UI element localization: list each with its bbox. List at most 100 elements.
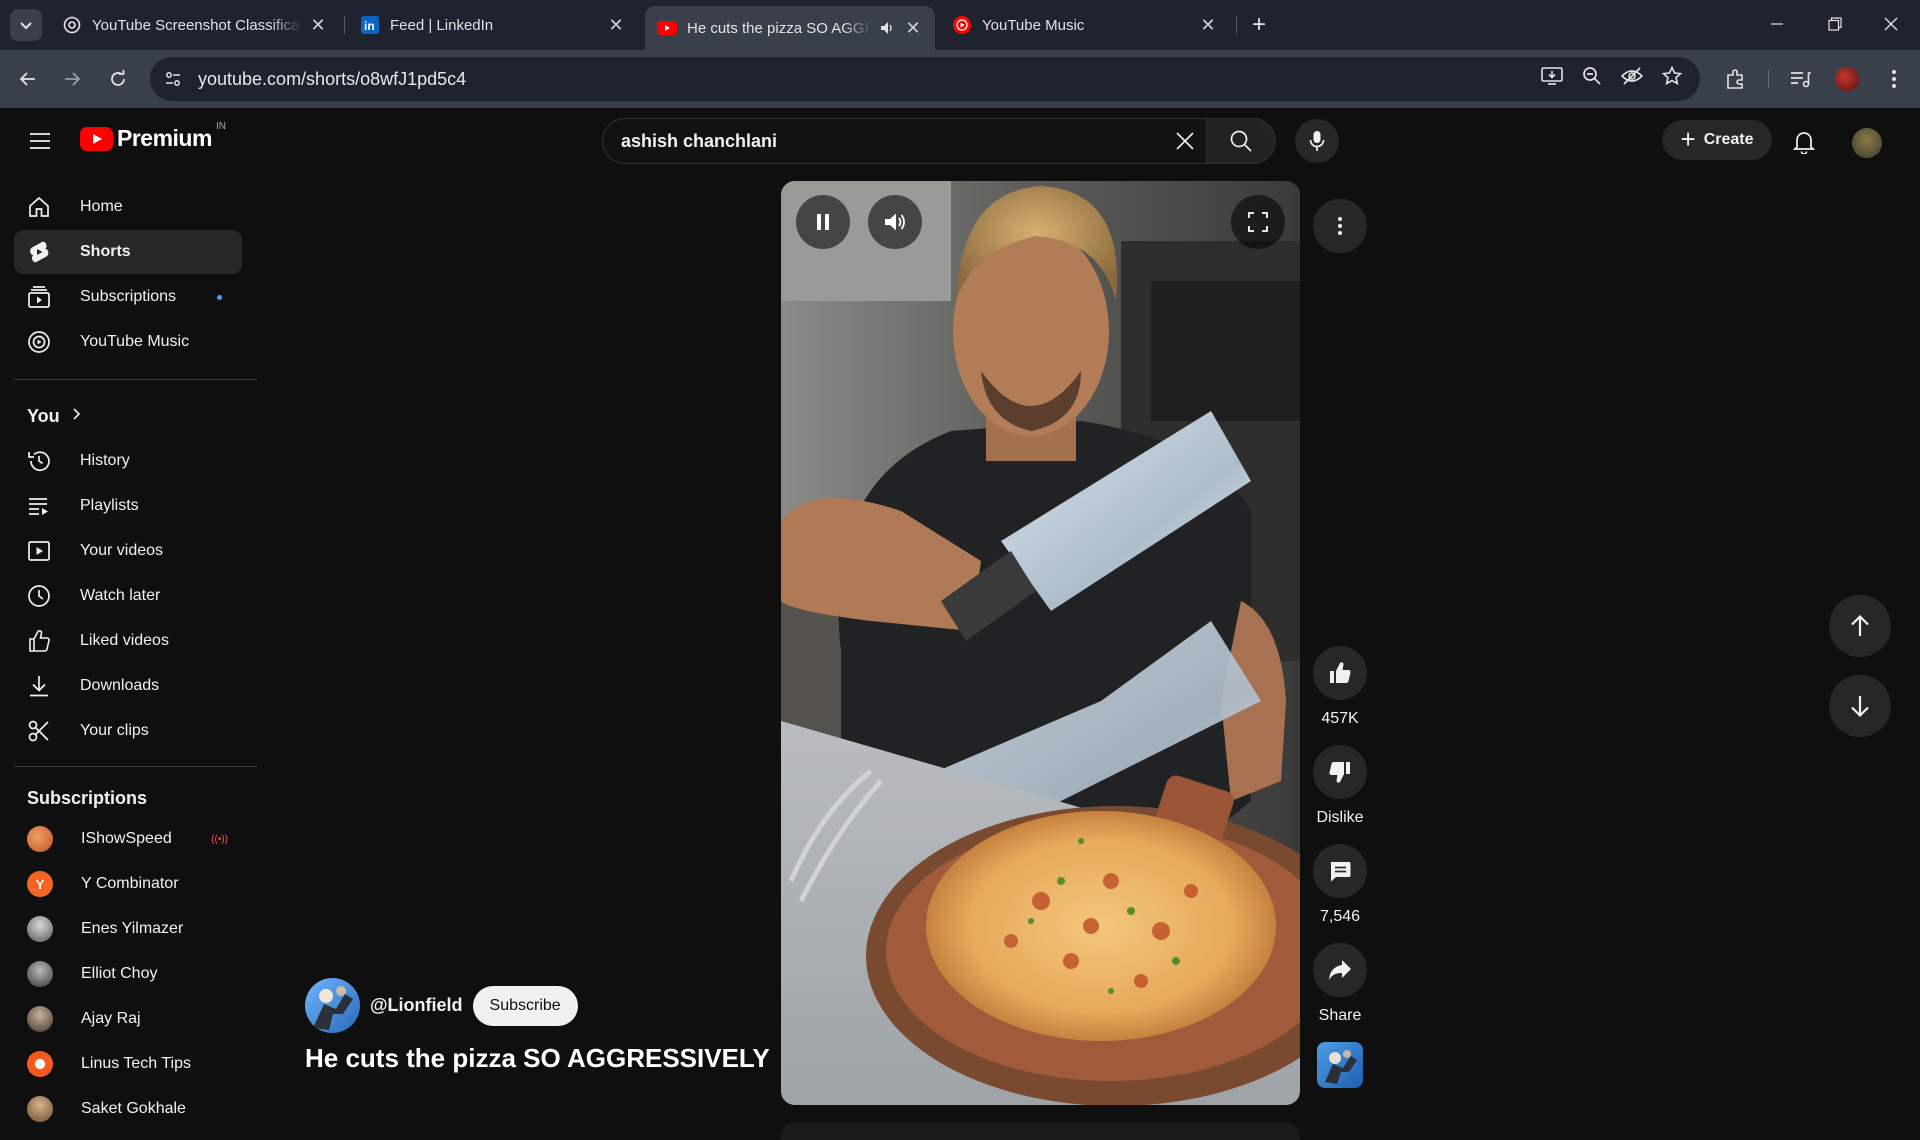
- previous-short-button[interactable]: [1829, 595, 1891, 657]
- like-button[interactable]: [1313, 646, 1367, 700]
- subscription-channel[interactable]: Saket Gokhale: [14, 1087, 242, 1131]
- search-icon: [1230, 130, 1252, 152]
- sidebar-item-your-videos[interactable]: Your videos: [14, 529, 242, 573]
- dislike-button[interactable]: [1313, 745, 1367, 799]
- browser-tab-4[interactable]: YouTube Music ✕: [940, 6, 1230, 44]
- sidebar-divider: [14, 766, 257, 767]
- search-box[interactable]: ashish chanchlani: [602, 118, 1208, 164]
- fullscreen-button[interactable]: [1231, 195, 1285, 249]
- channel-name: Linus Tech Tips: [81, 1055, 191, 1072]
- sidebar-item-youtube-music[interactable]: YouTube Music: [14, 320, 242, 364]
- share-button[interactable]: [1313, 943, 1367, 997]
- forward-button[interactable]: [56, 63, 88, 95]
- sidebar-item-subscriptions[interactable]: Subscriptions: [14, 275, 242, 319]
- close-tab-icon[interactable]: ✕: [606, 15, 626, 35]
- playlists-icon: [26, 493, 52, 519]
- address-bar[interactable]: youtube.com/shorts/o8wfJ1pd5c4: [150, 57, 1700, 101]
- sidebar-item-your-clips[interactable]: Your clips: [14, 709, 242, 753]
- chatgpt-icon: [62, 15, 82, 35]
- tab-search-button[interactable]: [10, 9, 42, 41]
- sidebar-you-heading[interactable]: You: [14, 394, 104, 438]
- channel-avatar[interactable]: [305, 978, 360, 1033]
- short-title[interactable]: He cuts the pizza SO AGGRESSIVELY: [305, 1043, 770, 1074]
- profile-avatar-image: [1835, 67, 1859, 91]
- hamburger-menu-icon: [30, 133, 50, 149]
- watch-later-icon: [26, 583, 52, 609]
- next-short-preview[interactable]: [781, 1122, 1300, 1140]
- install-app-icon[interactable]: [1538, 62, 1566, 90]
- minimize-window-button[interactable]: [1748, 0, 1806, 48]
- notifications-button[interactable]: [1784, 122, 1824, 162]
- close-tab-icon[interactable]: ✕: [903, 18, 923, 38]
- clear-search-button[interactable]: [1163, 119, 1207, 163]
- back-button[interactable]: [12, 63, 44, 95]
- volume-button[interactable]: [868, 195, 922, 249]
- subscription-channel[interactable]: Linus Tech Tips: [14, 1042, 242, 1086]
- channel-avatar: [27, 1051, 53, 1077]
- channel-thumbnail-button[interactable]: [1317, 1042, 1363, 1088]
- country-code: IN: [215, 121, 226, 132]
- sidebar-item-playlists[interactable]: Playlists: [14, 484, 242, 528]
- subscription-channel[interactable]: IShowSpeed ((•)): [14, 817, 242, 861]
- sidebar-item-history[interactable]: History: [14, 439, 242, 483]
- sidebar-item-label: Subscriptions: [80, 288, 177, 305]
- site-info-icon[interactable]: [156, 62, 190, 96]
- chevron-down-icon: [20, 22, 32, 30]
- video-frame: [781, 181, 1300, 1105]
- restore-window-button[interactable]: [1806, 0, 1864, 48]
- close-tab-icon[interactable]: ✕: [308, 15, 328, 35]
- youtube-premium-logo[interactable]: Premium IN: [80, 121, 226, 152]
- dislike-action: Dislike: [1313, 745, 1367, 827]
- sidebar-item-watch-later[interactable]: Watch later: [14, 574, 242, 618]
- browser-tab-1[interactable]: YouTube Screenshot Classificati ✕: [50, 6, 340, 44]
- voice-search-button[interactable]: [1295, 119, 1339, 163]
- url-text: youtube.com/shorts/o8wfJ1pd5c4: [198, 68, 467, 89]
- subscription-channel[interactable]: Ajay Raj: [14, 997, 242, 1041]
- close-tab-icon[interactable]: ✕: [1198, 15, 1218, 35]
- dislike-label: Dislike: [1316, 809, 1364, 826]
- chevron-right-icon: [72, 407, 81, 426]
- new-tab-button[interactable]: +: [1245, 11, 1273, 39]
- media-controls-icon[interactable]: [1787, 65, 1815, 93]
- bookmark-star-icon[interactable]: [1658, 62, 1686, 90]
- you-heading-label: You: [27, 405, 60, 426]
- browser-tab-3-active[interactable]: He cuts the pizza SO AGGRESSIVELY ✕: [645, 6, 935, 50]
- reload-button[interactable]: [102, 63, 134, 95]
- profile-avatar[interactable]: [1833, 65, 1861, 93]
- subscribe-button[interactable]: Subscribe: [472, 985, 578, 1026]
- subscription-channel[interactable]: Y Y Combinator: [14, 862, 242, 906]
- subscription-channel[interactable]: Enes Yilmazer: [14, 907, 242, 951]
- browser-menu-button[interactable]: [1880, 65, 1908, 93]
- extensions-icon[interactable]: [1722, 65, 1750, 93]
- channel-avatar: Y: [27, 871, 53, 897]
- sidebar-item-label: Home: [80, 198, 123, 215]
- create-button[interactable]: + Create: [1662, 120, 1772, 160]
- sidebar-item-label: Liked videos: [80, 632, 169, 649]
- tracking-protection-icon[interactable]: [1618, 62, 1646, 90]
- sidebar-item-home[interactable]: Home: [14, 185, 242, 229]
- sidebar-item-liked-videos[interactable]: Liked videos: [14, 619, 242, 663]
- sidebar-item-shorts[interactable]: Shorts: [14, 230, 242, 274]
- more-actions-button[interactable]: [1313, 199, 1367, 253]
- next-short-button[interactable]: [1829, 675, 1891, 737]
- search-button[interactable]: [1206, 118, 1276, 164]
- zoom-icon[interactable]: [1578, 62, 1606, 90]
- pause-button[interactable]: [796, 195, 850, 249]
- sidebar-item-downloads[interactable]: Downloads: [14, 664, 242, 708]
- audio-playing-icon[interactable]: [877, 18, 897, 38]
- thumbs-up-icon: [1330, 662, 1351, 684]
- subscription-channel[interactable]: Elliot Choy: [14, 952, 242, 996]
- channel-handle[interactable]: @Lionfield: [370, 995, 463, 1016]
- search-input[interactable]: ashish chanchlani: [621, 131, 1163, 152]
- close-window-button[interactable]: [1862, 0, 1920, 48]
- shorts-video-player[interactable]: [781, 181, 1300, 1105]
- comments-button[interactable]: [1313, 844, 1367, 898]
- restore-icon: [1828, 17, 1842, 31]
- browser-tab-2[interactable]: in Feed | LinkedIn ✕: [348, 6, 638, 44]
- guide-menu-button[interactable]: [24, 127, 56, 155]
- shorts-icon: [26, 239, 52, 265]
- youtube-music-icon: [26, 329, 52, 355]
- account-avatar[interactable]: [1852, 128, 1882, 158]
- live-indicator-icon: ((•)): [211, 833, 228, 845]
- sidebar-item-label: Shorts: [80, 243, 131, 260]
